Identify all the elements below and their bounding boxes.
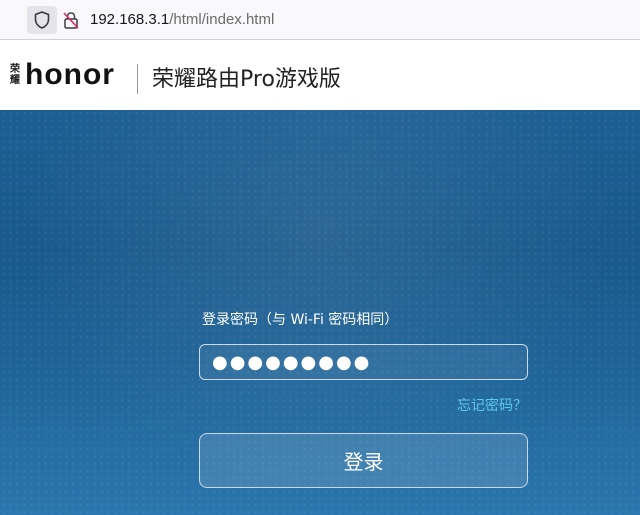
password-input[interactable] xyxy=(199,344,528,380)
header-divider xyxy=(137,64,138,94)
router-header: 荣耀 honor 荣耀路由Pro游戏版 xyxy=(0,40,640,110)
login-panel: 登录密码（与 Wi-Fi 密码相同） 忘记密码？ 登录 xyxy=(0,110,640,515)
lock-slash-icon[interactable] xyxy=(62,10,80,30)
password-label: 登录密码（与 Wi-Fi 密码相同） xyxy=(202,312,399,328)
url-host: 192.168.3.1 xyxy=(90,11,170,28)
logo-chinese: 荣耀 xyxy=(10,64,20,86)
forgot-password-link[interactable]: 忘记密码？ xyxy=(457,395,527,415)
honor-logo: honor xyxy=(25,58,115,91)
shield-icon[interactable] xyxy=(27,6,57,34)
product-title: 荣耀路由Pro游戏版 xyxy=(152,67,341,92)
browser-address-bar: 192.168.3.1/html/index.html xyxy=(0,0,640,40)
url-bar[interactable]: 192.168.3.1/html/index.html xyxy=(90,0,274,40)
url-path: /html/index.html xyxy=(169,11,275,28)
login-button[interactable]: 登录 xyxy=(199,433,528,488)
